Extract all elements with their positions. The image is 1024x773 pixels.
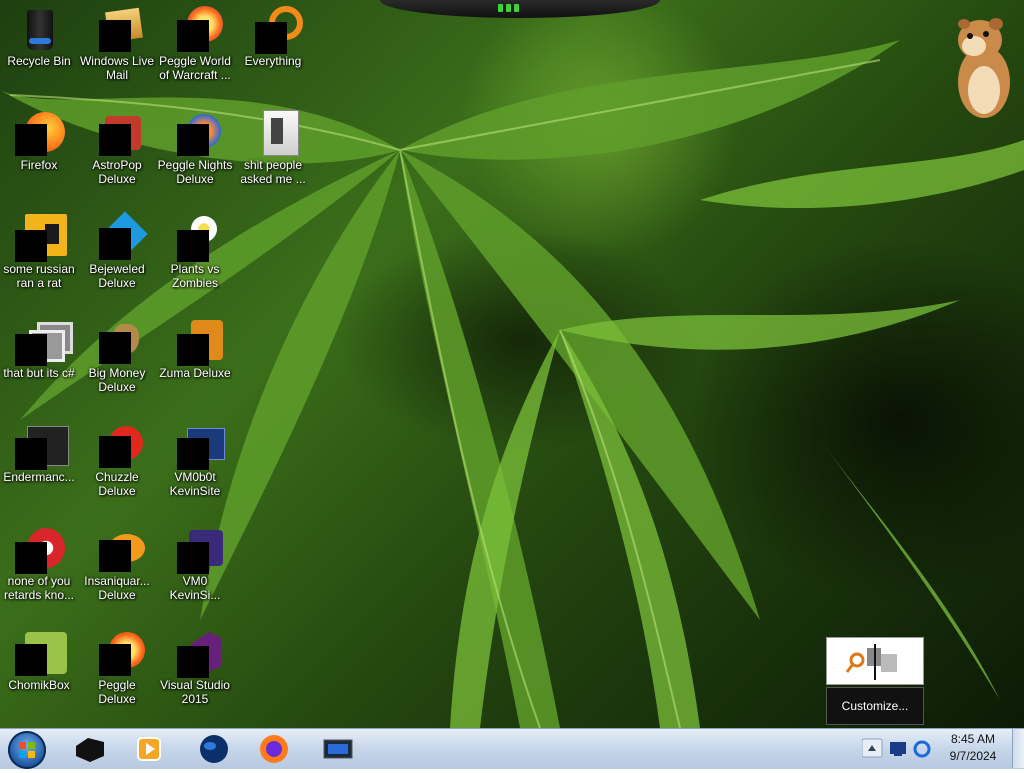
desktop-icon-that-but-its-csharp[interactable]: that but its c#	[0, 316, 78, 380]
desktop-icon-firefox[interactable]: Firefox	[0, 108, 78, 172]
desktop-icon-astropop[interactable]: AstroPop Deluxe	[78, 108, 156, 186]
desktop-icon-everything[interactable]: Everything	[234, 4, 312, 68]
desktop-icon-peggle-world-of-warcraft[interactable]: Peggle World of Warcraft ...	[156, 4, 234, 82]
desktop-icon-label: Everything	[244, 54, 302, 68]
desktop-icon-vm0-kevinsi[interactable]: VM0 KevinSi...	[156, 524, 234, 602]
desktop-icon-big-money[interactable]: Big Money Deluxe	[78, 316, 156, 394]
taskbar-screen-app-button[interactable]	[320, 732, 356, 766]
desktop-icon-some-russian[interactable]: some russian ran a rat	[0, 212, 78, 290]
firefox-icon	[15, 108, 65, 156]
desktop-icon-zuma-deluxe[interactable]: Zuma Deluxe	[156, 316, 234, 380]
desktop-icon-label: Zuma Deluxe	[159, 366, 231, 380]
show-hidden-icons-icon[interactable]	[861, 738, 883, 758]
taskbar-file-explorer-button[interactable]	[72, 732, 108, 766]
hamster-app-icon	[15, 628, 67, 676]
desktop-icon-insaniquarium[interactable]: Insaniquar... Deluxe	[78, 524, 156, 602]
desktop-icon-label: VM0b0t KevinSite	[169, 470, 221, 498]
desktop-icon-label: Peggle Nights Deluxe	[157, 158, 233, 186]
desktop-icon-vm0b0t-kevinsite[interactable]: VM0b0t KevinSite	[156, 420, 234, 498]
virtual-machine-icon	[171, 524, 223, 574]
desktop-icon-label: Visual Studio 2015	[160, 678, 230, 706]
recycle-bin-icon	[15, 4, 63, 52]
files-icon	[15, 316, 73, 366]
desktop-icon-label: AstroPop Deluxe	[92, 158, 142, 186]
search-icon	[249, 4, 303, 54]
screen-app-icon	[323, 739, 353, 759]
network-icon[interactable]	[890, 742, 906, 756]
desktop-icon-label: Big Money Deluxe	[88, 366, 146, 394]
desktop-icon-plants-vs-zombies[interactable]: Plants vs Zombies	[156, 212, 234, 290]
chuzzle-icon	[93, 420, 143, 468]
fish-icon	[93, 524, 145, 572]
taskbar-media-player-button[interactable]	[132, 732, 168, 766]
desktop-icon-label: shit people asked me ...	[240, 158, 306, 186]
money-bag-icon	[93, 316, 141, 364]
red-app-icon	[15, 524, 65, 574]
desktop-icon-label: Chuzzle Deluxe	[95, 470, 139, 498]
console-icon	[15, 420, 69, 470]
globe-icon	[200, 735, 228, 763]
desktop-icon-none-of-you[interactable]: none of you retards kno...	[0, 524, 78, 602]
system-tray	[861, 736, 934, 766]
desktop-icon-peggle-nights[interactable]: Peggle Nights Deluxe	[156, 108, 234, 186]
desktop-icon-endermanc[interactable]: Endermanc...	[0, 420, 78, 484]
document-icon	[249, 108, 299, 156]
virtual-machine-icon	[171, 420, 225, 470]
media-player-icon	[137, 737, 161, 761]
desktop-icon-label: Peggle World of Warcraft ...	[159, 54, 231, 82]
astropop-icon	[93, 108, 141, 156]
desktop-icon-windows-live-mail[interactable]: Windows Live Mail	[78, 4, 156, 82]
desktop-icon-label: Peggle Deluxe	[98, 678, 136, 706]
desktop-icon-label: Insaniquar... Deluxe	[84, 574, 150, 602]
gadget-preview[interactable]	[826, 637, 924, 685]
peggle-icon	[171, 4, 223, 52]
show-desktop-button[interactable]	[1012, 729, 1024, 768]
desktop-icon-label: ChomikBox	[8, 678, 70, 692]
desktop-icon-chuzzle[interactable]: Chuzzle Deluxe	[78, 420, 156, 498]
desktop-icon-label: VM0 KevinSi...	[169, 574, 221, 602]
taskbar-globe-button[interactable]	[196, 732, 232, 766]
peggle-icon	[171, 108, 221, 156]
desktop-icon-label: Windows Live Mail	[79, 54, 155, 82]
desktop-icon-shit-people-asked-me[interactable]: shit people asked me ...	[234, 108, 312, 186]
taskbar-firefox-button[interactable]	[256, 732, 292, 766]
clock-date: 9/7/2024	[949, 749, 997, 763]
desktop-icon-visual-studio-2015[interactable]: Visual Studio 2015	[156, 628, 234, 706]
internet-explorer-icon[interactable]	[913, 740, 931, 758]
start-button[interactable]	[8, 731, 46, 769]
desktop-icon-peggle-deluxe[interactable]: Peggle Deluxe	[78, 628, 156, 706]
desktop-icon-label: that but its c#	[3, 366, 75, 380]
clock[interactable]: 8:45 AM 9/7/2024	[934, 731, 1012, 765]
peggle-icon	[93, 628, 145, 676]
zuma-icon	[171, 316, 223, 366]
hamster-gadget-icon[interactable]	[950, 12, 1016, 122]
mail-icon	[93, 4, 143, 52]
customize-button[interactable]: Customize...	[826, 687, 924, 725]
desktop-icon-label: Plants vs Zombies	[170, 262, 220, 290]
desktop-icon-label: some russian ran a rat	[3, 262, 75, 290]
desktop-icon-label: Firefox	[20, 158, 58, 172]
desktop-icon-label: Endermanc...	[3, 470, 75, 484]
clock-time: 8:45 AM	[950, 732, 996, 746]
firefox-icon	[260, 735, 288, 763]
desktop-icon-bejeweled[interactable]: Bejeweled Deluxe	[78, 211, 156, 290]
file-explorer-icon	[76, 738, 104, 762]
desktop-icon-chomikbox[interactable]: ChomikBox	[0, 628, 78, 692]
desktop-icon-recycle-bin[interactable]: Recycle Bin	[0, 4, 78, 68]
bejeweled-icon	[93, 211, 148, 260]
windows-logo-icon	[19, 742, 35, 758]
visual-studio-icon	[171, 628, 221, 678]
desktop[interactable]: Recycle Bin Firefox some russian ran a r…	[0, 0, 1024, 728]
gadget-widget: Customize...	[826, 637, 924, 727]
desktop-icon-label: Bejeweled Deluxe	[89, 262, 145, 290]
desktop-icon-label: none of you retards kno...	[3, 574, 75, 602]
desktop-icon-label: Recycle Bin	[7, 54, 71, 68]
document-icon	[15, 212, 67, 262]
flower-icon	[171, 212, 219, 262]
